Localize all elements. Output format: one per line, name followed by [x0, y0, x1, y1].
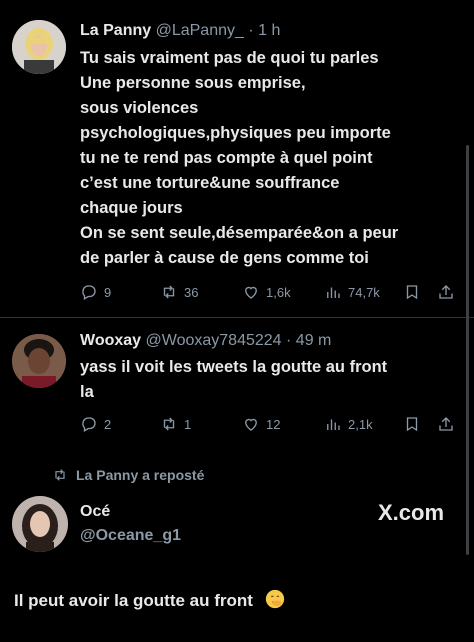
author-name[interactable]: La Panny — [80, 22, 151, 39]
face-with-hand-over-mouth-icon — [265, 589, 284, 609]
like-count: 1,6k — [266, 284, 291, 300]
repost-button[interactable]: 36 — [160, 281, 198, 303]
repost-button[interactable]: 1 — [160, 413, 191, 435]
reply-count: 2 — [104, 416, 112, 432]
views-icon — [327, 419, 340, 430]
views-count: 2,1k — [348, 416, 373, 432]
tweet-actions: 2 1 12 2,1k — [80, 413, 460, 435]
tweet-header: La Panny @LaPanny_ · 1 h — [80, 22, 280, 40]
bookmark-icon — [406, 417, 418, 432]
repost-icon — [55, 469, 65, 481]
quoted-author-name[interactable]: Océ — [80, 503, 110, 521]
tweet-line: yass il voit les tweets la goutte au fro… — [80, 358, 388, 376]
author-handle[interactable]: @LaPanny_ — [156, 22, 244, 39]
quoted-tweet-text: Il peut avoir la goutte au front — [14, 588, 286, 611]
reply-button[interactable]: 2 — [80, 413, 111, 435]
tweet-line: psychologiques,physiques peu importe — [80, 124, 391, 142]
tweet-line: chaque jours — [80, 199, 183, 217]
tweet-line: Une personne sous emprise, — [80, 74, 306, 92]
avatar-wooxay-image — [12, 334, 66, 388]
bookmark-icon — [406, 285, 418, 300]
reply-icon — [82, 417, 96, 432]
tweet-actions: 9 36 1,6k 74,7k — [80, 281, 460, 303]
like-button[interactable]: 12 — [242, 413, 280, 435]
tweet-line: tu ne te rend pas compte à quel point — [80, 149, 373, 167]
repost-banner-text: La Panny a reposté — [76, 467, 205, 483]
tweet-time[interactable]: · 1 h — [248, 22, 280, 39]
reply-button[interactable]: 9 — [80, 281, 111, 303]
avatar-oce-image — [12, 496, 68, 552]
views-button[interactable]: 2,1k — [324, 413, 373, 435]
avatar-lapanny[interactable] — [12, 20, 66, 74]
bookmark-button[interactable] — [403, 413, 421, 435]
tweet-line: la — [80, 383, 94, 401]
reply-icon — [82, 285, 96, 300]
tweet-wooxay[interactable]: Wooxay @Wooxay7845224 · 49 m yass il voi… — [0, 318, 474, 448]
tweet-time[interactable]: · 49 m — [286, 332, 331, 349]
views-count: 74,7k — [348, 284, 380, 300]
repost-icon — [163, 285, 175, 299]
like-button[interactable]: 1,6k — [242, 281, 291, 303]
scrollbar[interactable] — [466, 145, 469, 555]
tweet-line: c’est une torture&une souffrance — [80, 174, 340, 192]
tweet-line: On se sent seule,désemparée&on a peur — [80, 224, 399, 242]
views-button[interactable]: 74,7k — [324, 281, 380, 303]
repost-icon — [163, 417, 175, 431]
share-icon — [439, 285, 453, 299]
repost-count: 36 — [184, 284, 199, 300]
tweet-header: Wooxay @Wooxay7845224 · 49 m — [80, 332, 331, 350]
x-com-watermark: X.com — [378, 500, 445, 525]
share-button[interactable] — [437, 413, 455, 435]
tweet-text: Tu sais vraiment pas de quoi tu parles U… — [80, 46, 398, 271]
heart-icon — [245, 418, 257, 431]
reply-count: 9 — [104, 284, 112, 300]
avatar-lapanny-image — [12, 20, 66, 74]
repost-banner[interactable]: La Panny a reposté — [52, 467, 204, 483]
quoted-text: Il peut avoir la goutte au front — [14, 591, 253, 610]
tweet-line: Tu sais vraiment pas de quoi tu parles — [80, 49, 379, 67]
tweet-line: sous violences — [80, 99, 199, 117]
tweet-lapanny[interactable]: La Panny @LaPanny_ · 1 h Tu sais vraimen… — [0, 0, 474, 318]
share-icon — [439, 417, 453, 431]
avatar-wooxay[interactable] — [12, 334, 66, 388]
author-name[interactable]: Wooxay — [80, 332, 141, 349]
heart-icon — [245, 286, 257, 299]
author-handle[interactable]: @Wooxay7845224 — [146, 332, 282, 349]
avatar-oce[interactable] — [12, 496, 68, 552]
repost-count: 1 — [184, 416, 192, 432]
like-count: 12 — [266, 416, 281, 432]
share-button[interactable] — [437, 281, 455, 303]
bookmark-button[interactable] — [403, 281, 421, 303]
quoted-author-handle[interactable]: @Oceane_g1 — [80, 527, 181, 545]
tweet-text: yass il voit les tweets la goutte au fro… — [80, 355, 387, 405]
tweet-line: de parler à cause de gens comme toi — [80, 249, 369, 267]
views-icon — [327, 287, 340, 298]
